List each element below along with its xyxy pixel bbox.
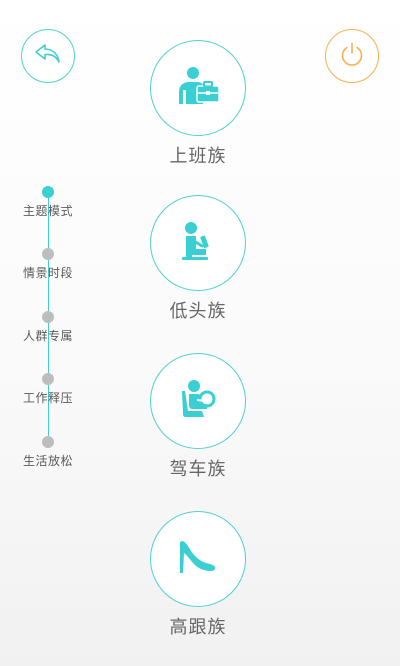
- high-heel-icon: [178, 539, 218, 579]
- mode-label: 上班族: [169, 146, 227, 167]
- timeline-label: 情景时段: [22, 266, 73, 280]
- timeline-dot: [42, 311, 54, 323]
- mode-driver[interactable]: 驾车族: [150, 353, 248, 480]
- power-icon: [337, 39, 367, 73]
- timeline-dot: [42, 186, 54, 198]
- phone-user-icon: [180, 221, 216, 265]
- timeline-label: 主题模式: [22, 204, 73, 218]
- timeline-label: 人群专属: [22, 329, 73, 343]
- mode-circle[interactable]: [150, 40, 246, 136]
- back-arrow-icon: [33, 39, 63, 73]
- back-button[interactable]: [21, 29, 75, 83]
- timeline-dot: [42, 436, 54, 448]
- mode-circle[interactable]: [150, 353, 246, 449]
- mode-label: 低头族: [169, 301, 227, 322]
- timeline-dot: [42, 373, 54, 385]
- mode-circle[interactable]: [150, 195, 246, 291]
- mode-office-worker[interactable]: 上班族: [150, 40, 248, 167]
- mode-label: 驾车族: [169, 459, 227, 480]
- timeline-label: 生活放松: [22, 454, 73, 468]
- category-timeline: 主题模式 情景时段 人群专属 工作释压 生活放松: [0, 180, 96, 480]
- mode-phone-user[interactable]: 低头族: [150, 195, 248, 322]
- mode-label: 高跟族: [169, 617, 227, 638]
- timeline-label: 工作释压: [22, 391, 73, 405]
- timeline-dot: [42, 248, 54, 260]
- driver-icon: [178, 379, 218, 423]
- power-button[interactable]: [325, 29, 379, 83]
- mode-high-heel[interactable]: 高跟族: [150, 511, 248, 638]
- mode-circle[interactable]: [150, 511, 246, 607]
- office-worker-icon: [175, 66, 221, 110]
